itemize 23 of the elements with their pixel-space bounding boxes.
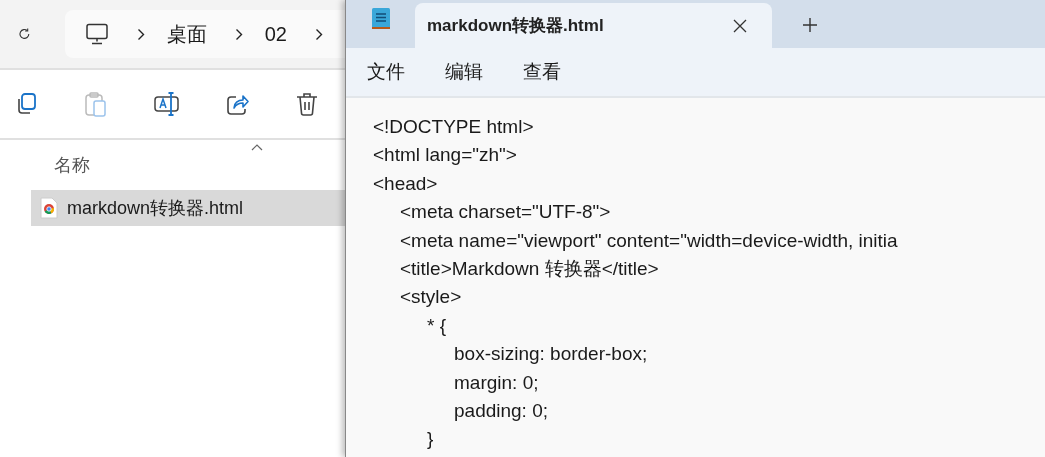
tab-title: markdown转换器.html	[427, 15, 604, 37]
code-line: * {	[426, 313, 448, 338]
address-bar[interactable]: 桌面 02	[64, 10, 345, 58]
menu-item[interactable]: 编辑	[445, 59, 483, 85]
code-line: }	[426, 427, 435, 452]
code-line: <head>	[373, 171, 439, 196]
breadcrumb-item[interactable]: 02	[264, 22, 287, 46]
code-line: <meta name="viewport" content="width=device-width, initia	[399, 228, 899, 253]
breadcrumb-item[interactable]: 桌面	[166, 20, 207, 48]
file-row[interactable]: markdown转换器.html	[31, 190, 345, 226]
code-line: padding: 0;	[453, 399, 550, 424]
column-header[interactable]: 名称	[54, 153, 90, 177]
code-line: <meta charset="UTF-8">	[399, 200, 612, 225]
code-line: box-sizing: border-box;	[453, 342, 649, 367]
code-line: <style>	[399, 285, 463, 310]
tab[interactable]: markdown转换器.html	[415, 3, 772, 48]
menu-item[interactable]: 文件	[367, 59, 405, 85]
code-line: <!DOCTYPE html>	[373, 115, 535, 139]
code-line: margin: 0;	[453, 370, 540, 395]
menu-item[interactable]: 查看	[523, 59, 561, 85]
code-line: <title>Markdown 转换器</title>	[399, 257, 660, 282]
file-name: markdown转换器.html	[67, 197, 244, 220]
code-line: <html lang="zh">	[373, 143, 518, 168]
